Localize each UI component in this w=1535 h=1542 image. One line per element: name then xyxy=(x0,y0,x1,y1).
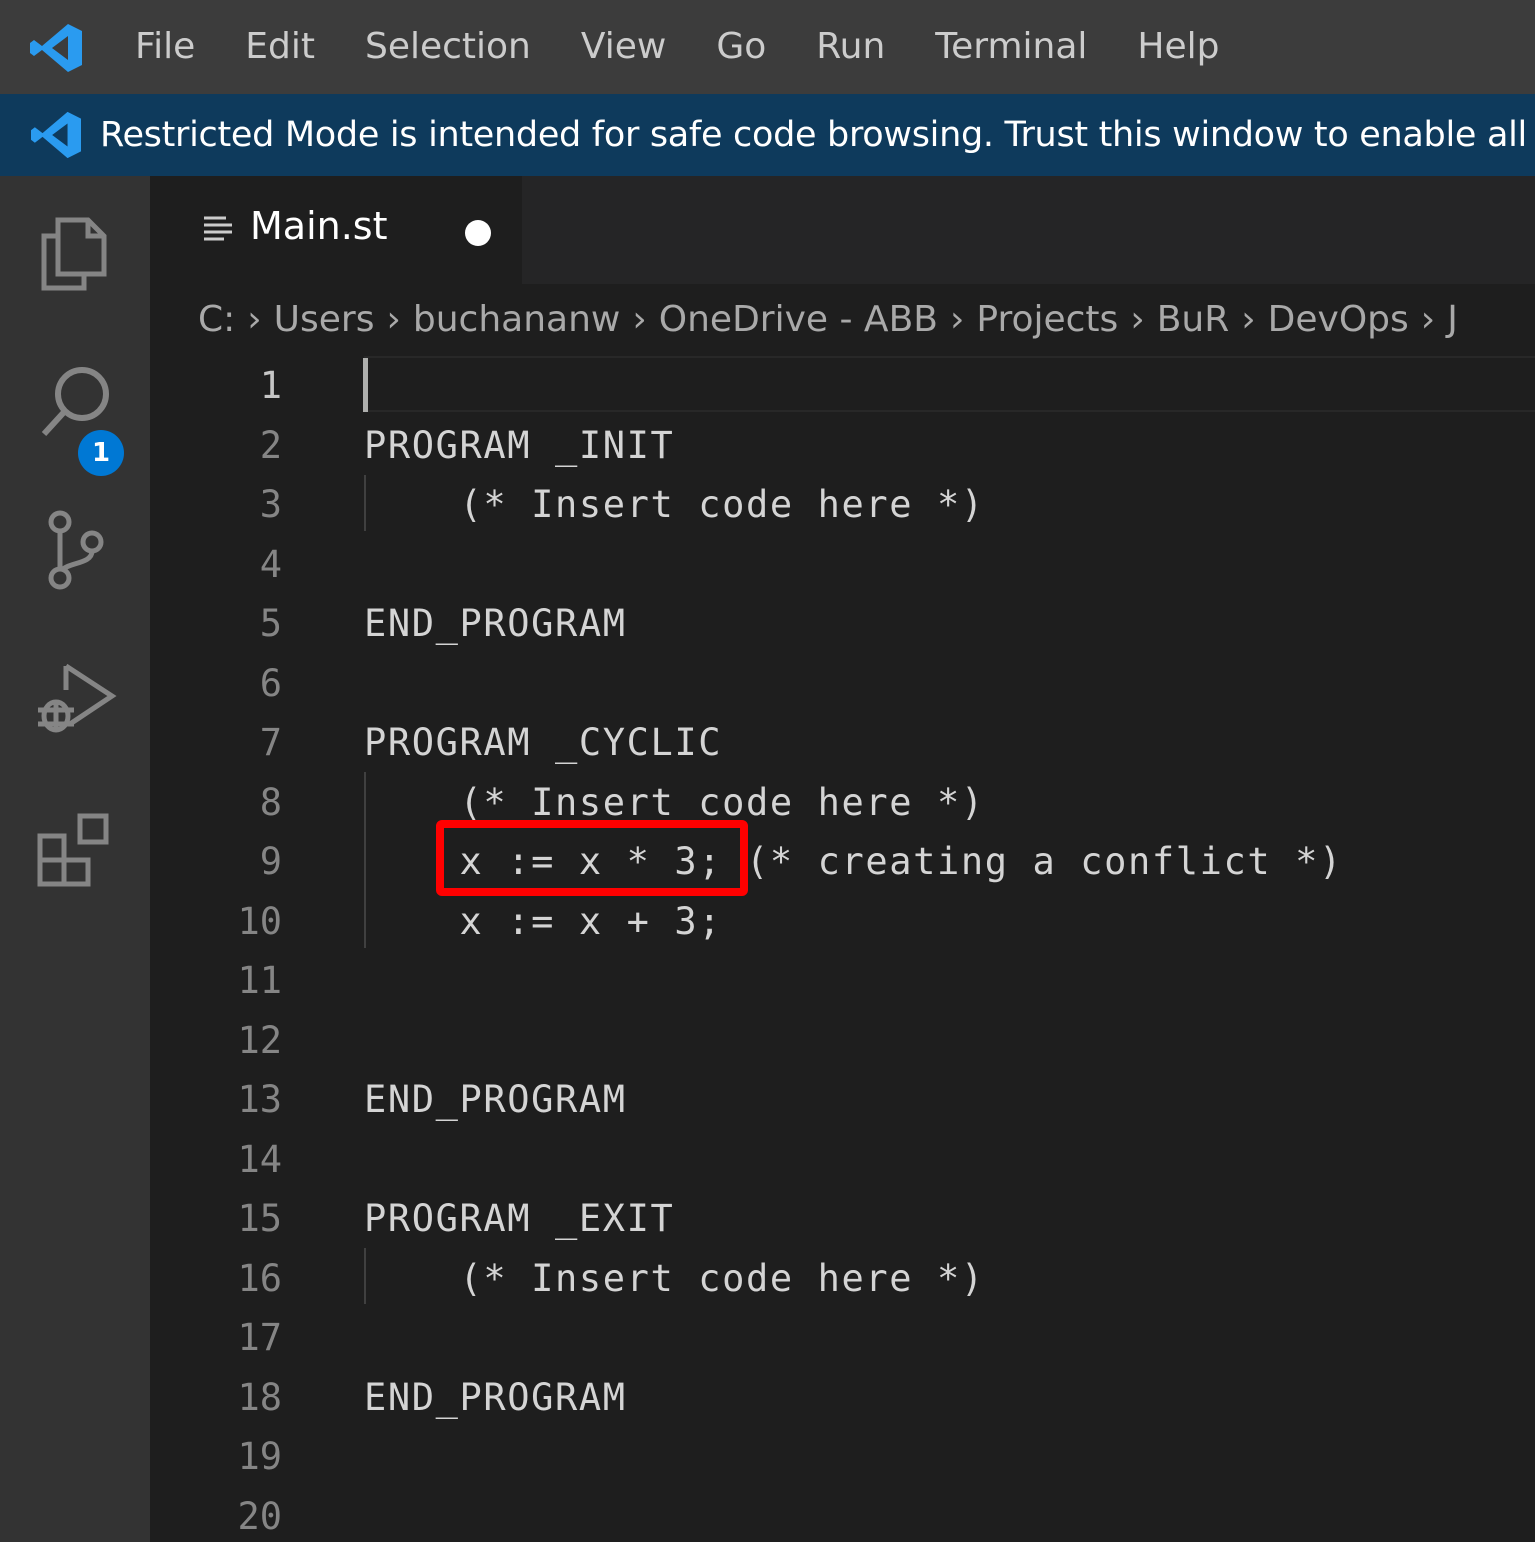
title-bar: File Edit Selection View Go Run Terminal… xyxy=(0,0,1535,94)
menu-view[interactable]: View xyxy=(556,0,691,94)
code-line[interactable]: 15 PROGRAM _EXIT xyxy=(150,1189,1535,1249)
breadcrumb-item[interactable]: OneDrive - ABB xyxy=(659,299,938,340)
code-text: END_PROGRAM xyxy=(364,1078,627,1121)
line-number: 14 xyxy=(237,1137,282,1181)
line-number: 7 xyxy=(259,721,282,764)
code-line[interactable]: 5 END_PROGRAM xyxy=(150,594,1535,654)
restricted-mode-banner[interactable]: Restricted Mode is intended for safe cod… xyxy=(0,94,1535,176)
breadcrumb-path: C: › Users › buchananw › OneDrive - ABB › Projec… xyxy=(198,284,1458,356)
search-icon[interactable] xyxy=(30,356,120,446)
tab-bar: Main.st xyxy=(150,176,1535,284)
code-text: PROGRAM _INIT xyxy=(364,423,675,467)
line-number: 15 xyxy=(237,1197,282,1240)
code-line[interactable]: 19 xyxy=(150,1427,1535,1487)
chevron-right-icon: › xyxy=(1130,299,1145,340)
menu-bar: File Edit Selection View Go Run Terminal… xyxy=(110,0,1244,94)
code-line[interactable]: 10 x := x + 3; xyxy=(150,892,1535,952)
code-text: (* Insert code here *) xyxy=(364,1256,985,1300)
code-line[interactable]: 18 END_PROGRAM xyxy=(150,1368,1535,1428)
code-line[interactable]: 12 xyxy=(150,1011,1535,1071)
code-line[interactable]: 8 (* Insert code here *) xyxy=(150,773,1535,833)
line-number: 13 xyxy=(237,1078,282,1121)
line-number: 1 xyxy=(259,364,282,407)
line-number: 3 xyxy=(259,483,282,526)
code-line[interactable]: 11 xyxy=(150,951,1535,1011)
line-number: 10 xyxy=(237,899,282,943)
chevron-right-icon: › xyxy=(632,299,647,340)
code-line[interactable]: 16 (* Insert code here *) xyxy=(150,1249,1535,1309)
line-number: 9 xyxy=(259,840,282,883)
line-number: 2 xyxy=(259,423,282,467)
explorer-files-icon[interactable] xyxy=(30,206,120,296)
tab-label: Main.st xyxy=(250,204,388,248)
code-line[interactable]: 2 PROGRAM _INIT xyxy=(150,416,1535,476)
line-number: 12 xyxy=(237,1018,282,1062)
line-number: 17 xyxy=(237,1316,282,1359)
conflict-highlight-box xyxy=(436,820,748,896)
code-line[interactable]: 6 xyxy=(150,654,1535,714)
line-number: 8 xyxy=(259,780,282,824)
line-number: 18 xyxy=(237,1375,282,1419)
line-number: 19 xyxy=(237,1435,282,1478)
chevron-right-icon: › xyxy=(1241,299,1256,340)
extensions-icon[interactable] xyxy=(30,804,120,894)
menu-help[interactable]: Help xyxy=(1112,0,1244,94)
breadcrumb-item[interactable]: BuR xyxy=(1157,299,1230,340)
code-text: x := x + 3; xyxy=(364,899,723,943)
activity-bar: 1 xyxy=(0,176,150,1542)
line-number: 4 xyxy=(259,542,282,586)
menu-terminal[interactable]: Terminal xyxy=(910,0,1112,94)
code-text: END_PROGRAM xyxy=(364,602,627,645)
code-line[interactable]: 4 xyxy=(150,535,1535,595)
banner-message: Restricted Mode is intended for safe cod… xyxy=(100,115,1535,155)
breadcrumb: C: › Users › buchananw › OneDrive - ABB › Projec… xyxy=(150,284,1535,356)
menu-edit[interactable]: Edit xyxy=(220,0,340,94)
code-line[interactable]: 3 (* Insert code here *) xyxy=(150,475,1535,535)
run-debug-icon[interactable] xyxy=(30,654,120,744)
code-text: END_PROGRAM xyxy=(364,1375,627,1419)
code-editor[interactable]: 1 2 PROGRAM _INIT 3 (* Insert code here *) 4… xyxy=(150,356,1535,1542)
chevron-right-icon: › xyxy=(247,299,262,340)
line-number: 16 xyxy=(237,1256,282,1300)
code-line[interactable]: 17 xyxy=(150,1308,1535,1368)
vscode-logo-icon[interactable] xyxy=(28,22,84,74)
chevron-right-icon: › xyxy=(386,299,401,340)
vscode-logo-icon xyxy=(31,111,81,159)
breadcrumb-item[interactable]: Users xyxy=(274,299,375,340)
code-line[interactable]: 1 xyxy=(150,356,1535,416)
line-number: 5 xyxy=(259,602,282,645)
breadcrumb-item[interactable]: Projects xyxy=(976,299,1118,340)
source-control-icon[interactable] xyxy=(30,506,120,596)
menu-go[interactable]: Go xyxy=(691,0,791,94)
line-number: 11 xyxy=(237,959,282,1002)
breadcrumb-item[interactable]: J xyxy=(1447,299,1458,340)
code-line[interactable]: 9 x := x * 3; (* creating a conflict *) xyxy=(150,832,1535,892)
breadcrumb-item[interactable]: C: xyxy=(198,299,235,340)
chevron-right-icon: › xyxy=(949,299,965,340)
text-cursor xyxy=(363,358,368,412)
code-text: PROGRAM _CYCLIC xyxy=(364,721,723,764)
file-lines-icon xyxy=(204,216,232,241)
line-number: 20 xyxy=(237,1494,282,1538)
tab-main-st[interactable]: Main.st xyxy=(150,176,522,284)
chevron-right-icon: › xyxy=(1420,299,1436,340)
line-number: 6 xyxy=(259,661,282,705)
code-line[interactable]: 20 xyxy=(150,1487,1535,1542)
menu-file[interactable]: File xyxy=(110,0,220,94)
code-line[interactable]: 13 END_PROGRAM xyxy=(150,1070,1535,1130)
breadcrumb-item[interactable]: DevOps xyxy=(1268,299,1409,340)
code-text: (* Insert code here *) xyxy=(364,483,985,526)
menu-selection[interactable]: Selection xyxy=(340,0,556,94)
code-line[interactable]: 14 xyxy=(150,1130,1535,1190)
menu-run[interactable]: Run xyxy=(791,0,910,94)
breadcrumb-item[interactable]: buchananw xyxy=(413,299,620,340)
unsaved-dot-icon[interactable] xyxy=(465,220,491,246)
code-text: PROGRAM _EXIT xyxy=(364,1197,675,1240)
code-line[interactable]: 7 PROGRAM _CYCLIC xyxy=(150,713,1535,773)
